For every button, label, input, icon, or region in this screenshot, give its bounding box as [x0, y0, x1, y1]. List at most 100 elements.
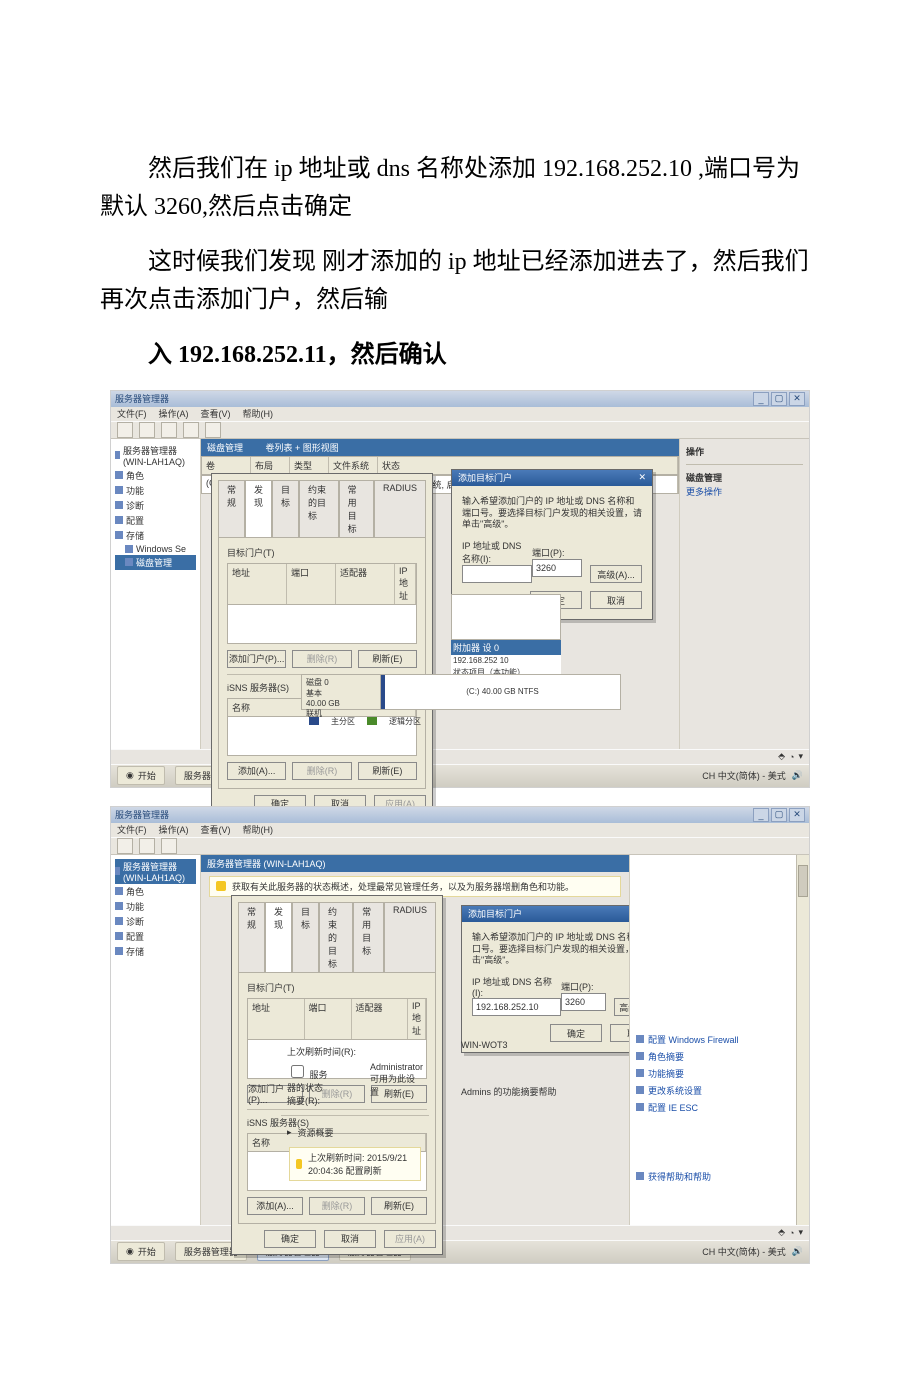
tab-discover[interactable]: 发现 — [245, 480, 272, 537]
tab-bound[interactable]: 约束的目标 — [319, 902, 353, 972]
refresh-icon[interactable] — [183, 422, 199, 438]
ok-button[interactable]: 确定 — [264, 1230, 316, 1248]
help-icon[interactable] — [205, 422, 221, 438]
minimize-button[interactable]: _ — [753, 392, 769, 406]
tree-storage[interactable]: 存储 — [115, 528, 196, 543]
refresh-server-button[interactable]: 刷新(E) — [371, 1197, 427, 1215]
tab-radius[interactable]: RADIUS — [384, 902, 436, 972]
menu-action[interactable]: 操作(A) — [159, 823, 189, 836]
windows-icon: ◉ — [126, 770, 134, 781]
tree-diag[interactable]: 诊断 — [115, 914, 196, 929]
tree-features[interactable]: 功能 — [115, 483, 196, 498]
folder-icon — [115, 947, 123, 955]
tree-roles[interactable]: 角色 — [115, 884, 196, 899]
status-strip: ⬘ ◔ ▾ — [111, 1225, 809, 1240]
portal-group-label: 目标门户(T) — [247, 981, 427, 994]
tab-fav[interactable]: 常用目标 — [339, 480, 374, 537]
detail-item-0[interactable]: 附加器 设 0 — [451, 640, 561, 655]
dialog-ok-button[interactable]: 确定 — [550, 1024, 602, 1042]
dialog-title: 添加目标门户 — [468, 907, 522, 920]
maximize-button[interactable]: ▢ — [771, 808, 787, 822]
menu-view[interactable]: 查看(V) — [201, 407, 231, 420]
actions-panel: 操作 磁盘管理 更多操作 — [679, 439, 809, 749]
cancel-button[interactable]: 取消 — [324, 1230, 376, 1248]
tab-general[interactable]: 常规 — [238, 902, 265, 972]
start-button[interactable]: ◉开始 — [117, 766, 165, 785]
resources-chevron-icon[interactable]: ▸ — [287, 1127, 292, 1138]
paragraph-3: 入 192.168.252.11，然后确认 — [100, 336, 820, 374]
maximize-button[interactable]: ▢ — [771, 392, 787, 406]
more-actions-link[interactable]: 更多操作 — [686, 484, 803, 499]
tree-diag[interactable]: 诊断 — [115, 498, 196, 513]
tab-general[interactable]: 常规 — [218, 480, 245, 537]
menu-help[interactable]: 帮助(H) — [243, 407, 274, 420]
disk-partition[interactable]: (C:) 40.00 GB NTFS — [381, 675, 620, 709]
tab-discover[interactable]: 发现 — [265, 902, 292, 972]
tab-targets[interactable]: 目标 — [272, 480, 299, 537]
port-input[interactable]: 3260 — [532, 559, 582, 577]
forward-icon[interactable] — [139, 422, 155, 438]
ime-indicator[interactable]: CH 中文(简体) - 美式 — [702, 769, 786, 782]
close-button[interactable]: ✕ — [789, 808, 805, 822]
tray-icon[interactable]: 🔊 — [792, 1246, 803, 1257]
refresh-button[interactable]: 刷新(E) — [358, 650, 417, 668]
gear-icon — [636, 1086, 644, 1094]
scrollbar[interactable] — [796, 855, 809, 1225]
port-input[interactable]: 3260 — [561, 993, 606, 1011]
tree-diskmgmt[interactable]: 磁盘管理 — [115, 555, 196, 570]
summary-checkbox[interactable] — [291, 1065, 304, 1078]
tree-roles[interactable]: 角色 — [115, 468, 196, 483]
minimize-button[interactable]: _ — [753, 808, 769, 822]
menu-view[interactable]: 查看(V) — [201, 823, 231, 836]
tree-winsrv[interactable]: Windows Se — [115, 543, 196, 555]
link-roles[interactable]: 角色摘要 — [636, 1048, 803, 1065]
tree-config[interactable]: 配置 — [115, 929, 196, 944]
disk-row[interactable]: 磁盘 0 基本 40.00 GB 联机 (C:) 40.00 GB NTFS — [301, 674, 621, 710]
link-features[interactable]: 功能摘要 — [636, 1065, 803, 1082]
link-firewall[interactable]: 配置 Windows Firewall — [636, 1031, 803, 1048]
back-icon[interactable] — [117, 838, 133, 854]
tab-fav[interactable]: 常用目标 — [353, 902, 384, 972]
tree-config[interactable]: 配置 — [115, 513, 196, 528]
portal-list[interactable] — [227, 605, 417, 644]
tree-root[interactable]: 服务器管理器 (WIN-LAH1AQ) — [115, 443, 196, 468]
status-icon: ◔ — [789, 1228, 794, 1238]
folder-icon — [115, 917, 123, 925]
start-button[interactable]: ◉开始 — [117, 1242, 165, 1261]
folder-icon — [115, 486, 123, 494]
scroll-thumb[interactable] — [798, 865, 808, 897]
port-label: 端口(P): — [532, 546, 582, 559]
forward-icon[interactable] — [139, 838, 155, 854]
gear-icon — [636, 1052, 644, 1060]
help-link[interactable]: 获得帮助和帮助 — [636, 1168, 711, 1185]
link-ieesc[interactable]: 配置 IE ESC — [636, 1099, 803, 1116]
ip-input[interactable] — [462, 565, 532, 583]
close-button[interactable]: ✕ — [789, 392, 805, 406]
add-server-button[interactable]: 添加(A)... — [247, 1197, 303, 1215]
ip-input[interactable]: 192.168.252.10 — [472, 998, 561, 1016]
status-icon: ⬘ — [778, 1227, 785, 1238]
tab-bound[interactable]: 约束的目标 — [299, 480, 339, 537]
menu-action[interactable]: 操作(A) — [159, 407, 189, 420]
tab-radius[interactable]: RADIUS — [374, 480, 426, 537]
detail-list[interactable] — [451, 594, 561, 640]
tray-icon[interactable]: 🔊 — [792, 770, 803, 781]
ime-indicator[interactable]: CH 中文(简体) - 美式 — [702, 1245, 786, 1258]
add-server-button[interactable]: 添加(A)... — [227, 762, 286, 780]
view-icon[interactable] — [161, 422, 177, 438]
menu-file[interactable]: 文件(F) — [117, 823, 147, 836]
back-icon[interactable] — [117, 422, 133, 438]
advanced-button[interactable]: 高级(A)... — [590, 565, 642, 583]
add-portal-button[interactable]: 添加门户(P)... — [227, 650, 286, 668]
menu-help[interactable]: 帮助(H) — [243, 823, 274, 836]
tree-storage[interactable]: 存储 — [115, 944, 196, 959]
view-icon[interactable] — [161, 838, 177, 854]
menu-file[interactable]: 文件(F) — [117, 407, 147, 420]
tab-targets[interactable]: 目标 — [292, 902, 319, 972]
link-system[interactable]: 更改系统设置 — [636, 1082, 803, 1099]
dialog-cancel-button[interactable]: 取消 — [590, 591, 642, 609]
dialog-close-icon[interactable]: ✕ — [638, 472, 646, 483]
tree-root[interactable]: 服务器管理器 (WIN-LAH1AQ) — [115, 859, 196, 884]
refresh-server-button[interactable]: 刷新(E) — [358, 762, 417, 780]
tree-features[interactable]: 功能 — [115, 899, 196, 914]
